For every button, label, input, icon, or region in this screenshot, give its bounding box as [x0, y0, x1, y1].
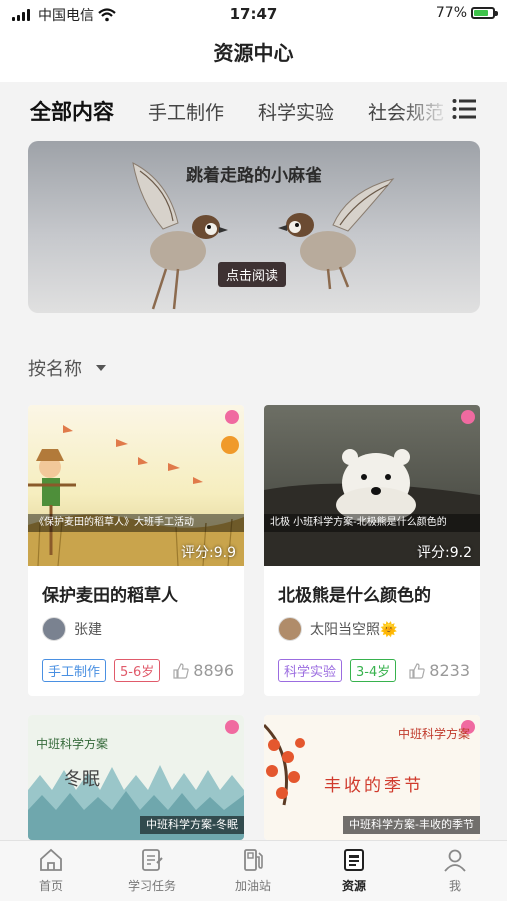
resource-icon: [344, 849, 364, 871]
category-tag: 科学实验: [278, 659, 343, 682]
card-title: 北极熊是什么颜色的: [278, 586, 431, 606]
sort-dropdown[interactable]: 按名称: [28, 355, 106, 381]
card-tags: 手工制作 5-6岁: [42, 659, 161, 682]
card-caption: 中班科学方案-丰收的季节: [343, 816, 480, 834]
user-icon: [444, 849, 466, 872]
card-score: 评分:9.9: [181, 545, 236, 561]
page-title: 资源中心: [0, 28, 507, 82]
tabbar-label: 资源: [341, 879, 366, 893]
tab-all[interactable]: 全部内容: [30, 96, 114, 126]
battery-icon: [471, 7, 498, 19]
author-name: 太阳当空照🌞: [310, 622, 398, 638]
card-art-title: 丰收的季节: [324, 776, 424, 796]
tabbar-home[interactable]: 首页: [16, 847, 86, 894]
card-score: 评分:9.2: [417, 545, 472, 561]
card-caption: 北极 小班科学方案-北极熊是什么颜色的: [264, 514, 480, 532]
resource-card[interactable]: 《保护麦田的稻草人》大班手工活动 评分:9.9 保护麦田的稻草人 张建 手工制作…: [28, 405, 244, 696]
card-thumbnail: 中班科学方案 冬眠 中班科学方案-冬眠: [28, 715, 244, 840]
tab-handcraft[interactable]: 手工制作: [148, 98, 224, 125]
category-tabs: 全部内容 手工制作 科学实验 社会规范: [0, 90, 507, 134]
banner-title: 跳着走路的小麻雀: [186, 166, 322, 186]
battery-percent: 77%: [435, 5, 467, 21]
card-caption: 中班科学方案-冬眠: [140, 816, 244, 834]
status-bar: 中国电信 17:47 77%: [0, 0, 507, 28]
like-number: 8233: [429, 661, 470, 680]
tab-fade: [400, 90, 450, 134]
tab-science[interactable]: 科学实验: [258, 98, 334, 125]
task-icon: [142, 849, 163, 871]
card-thumbnail: 北极 小班科学方案-北极熊是什么颜色的 评分:9.2: [264, 405, 480, 566]
status-right: 77%: [435, 5, 498, 21]
tabbar-me[interactable]: 我: [420, 847, 490, 894]
tabbar-label: 加油站: [234, 879, 271, 893]
category-tag: 手工制作: [42, 659, 107, 682]
age-tag: 5-6岁: [114, 659, 161, 682]
tabbar-fuel[interactable]: 加油站: [218, 847, 288, 894]
status-time: 17:47: [229, 5, 278, 23]
age-tag: 3-4岁: [350, 659, 397, 682]
card-author: 张建: [42, 617, 102, 641]
featured-banner[interactable]: 跳着走路的小麻雀 点击阅读: [28, 141, 480, 313]
like-count[interactable]: 8896: [173, 661, 234, 680]
resource-card[interactable]: 北极 小班科学方案-北极熊是什么颜色的 评分:9.2 北极熊是什么颜色的 太阳当…: [264, 405, 480, 696]
card-top-label: 中班科学方案: [397, 727, 470, 741]
bottom-tab-bar: 首页 学习任务 加油站 资源 我: [0, 840, 507, 901]
resource-card[interactable]: 中班科学方案 冬眠 中班科学方案-冬眠: [28, 715, 244, 840]
sort-label: 按名称: [28, 359, 82, 380]
resource-card[interactable]: 中班科学方案 丰收的季节 中班科学方案-丰收的季节: [264, 715, 480, 840]
caret-down-icon: [96, 365, 106, 371]
fuel-icon: [244, 849, 263, 871]
card-thumbnail: 《保护麦田的稻草人》大班手工活动 评分:9.9: [28, 405, 244, 566]
menu-list-icon[interactable]: [452, 98, 476, 120]
card-thumbnail: 中班科学方案 丰收的季节 中班科学方案-丰收的季节: [264, 715, 480, 840]
tabbar-resources[interactable]: 资源: [319, 847, 389, 894]
card-tags: 科学实验 3-4岁: [278, 659, 397, 682]
tabbar-tasks[interactable]: 学习任务: [117, 847, 187, 894]
card-title: 保护麦田的稻草人: [42, 586, 178, 606]
like-number: 8896: [193, 661, 234, 680]
read-button[interactable]: 点击阅读: [218, 262, 287, 287]
home-icon: [40, 848, 62, 871]
tabbar-label: 学习任务: [127, 879, 176, 893]
card-author: 太阳当空照🌞: [278, 617, 397, 641]
card-caption: 《保护麦田的稻草人》大班手工活动: [28, 514, 244, 532]
thumbs-up-icon: [173, 662, 190, 679]
card-top-label: 中班科学方案: [36, 737, 109, 751]
thumbs-up-icon: [409, 662, 426, 679]
avatar: [42, 617, 66, 641]
tabbar-label: 首页: [38, 879, 63, 893]
author-name: 张建: [74, 622, 102, 638]
avatar: [278, 617, 302, 641]
like-count[interactable]: 8233: [409, 661, 470, 680]
card-art-title: 冬眠: [64, 769, 100, 790]
tabbar-label: 我: [448, 879, 461, 893]
